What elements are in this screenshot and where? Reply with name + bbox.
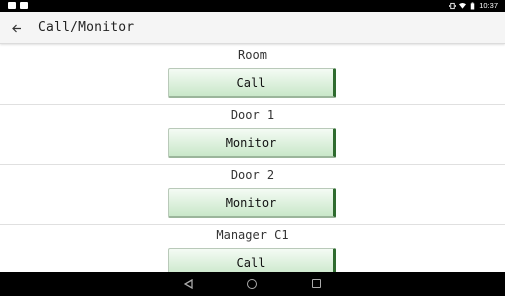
notification-icon: [8, 2, 16, 9]
list-item-door-2: Door 2 Monitor: [0, 165, 505, 225]
message-icon: [20, 2, 28, 9]
page-title: Call/Monitor: [38, 20, 135, 35]
status-notifications: [8, 2, 28, 9]
call-monitor-list[interactable]: Room Call Door 1 Monitor Door 2 Monitor …: [0, 45, 505, 272]
status-bar: 10:37: [0, 0, 505, 12]
monitor-button[interactable]: Monitor: [168, 128, 336, 158]
nav-back-icon[interactable]: [184, 279, 193, 289]
wifi-icon: [459, 2, 467, 9]
status-system-icons: 10:37: [449, 1, 498, 11]
section-label: Room: [238, 48, 267, 62]
section-label: Door 1: [230, 108, 275, 122]
section-label: Door 2: [230, 168, 275, 182]
section-label: Manager C1: [216, 228, 289, 242]
monitor-button[interactable]: Monitor: [168, 188, 336, 218]
nav-recent-apps-icon[interactable]: [312, 279, 321, 288]
navigation-bar: [0, 272, 505, 296]
app-bar: Call/Monitor: [0, 12, 505, 44]
nav-home-icon[interactable]: [247, 279, 257, 289]
battery-icon: [470, 2, 475, 10]
arrow-back-icon: [12, 24, 21, 32]
list-item-manager-c1: Manager C1 Call: [0, 225, 505, 272]
vibrate-icon: [449, 2, 457, 10]
call-button[interactable]: Call: [168, 248, 336, 272]
call-button[interactable]: Call: [168, 68, 336, 98]
back-button[interactable]: [6, 18, 28, 38]
list-item-room: Room Call: [0, 45, 505, 105]
list-item-door-1: Door 1 Monitor: [0, 105, 505, 165]
status-time: 10:37: [479, 1, 498, 10]
